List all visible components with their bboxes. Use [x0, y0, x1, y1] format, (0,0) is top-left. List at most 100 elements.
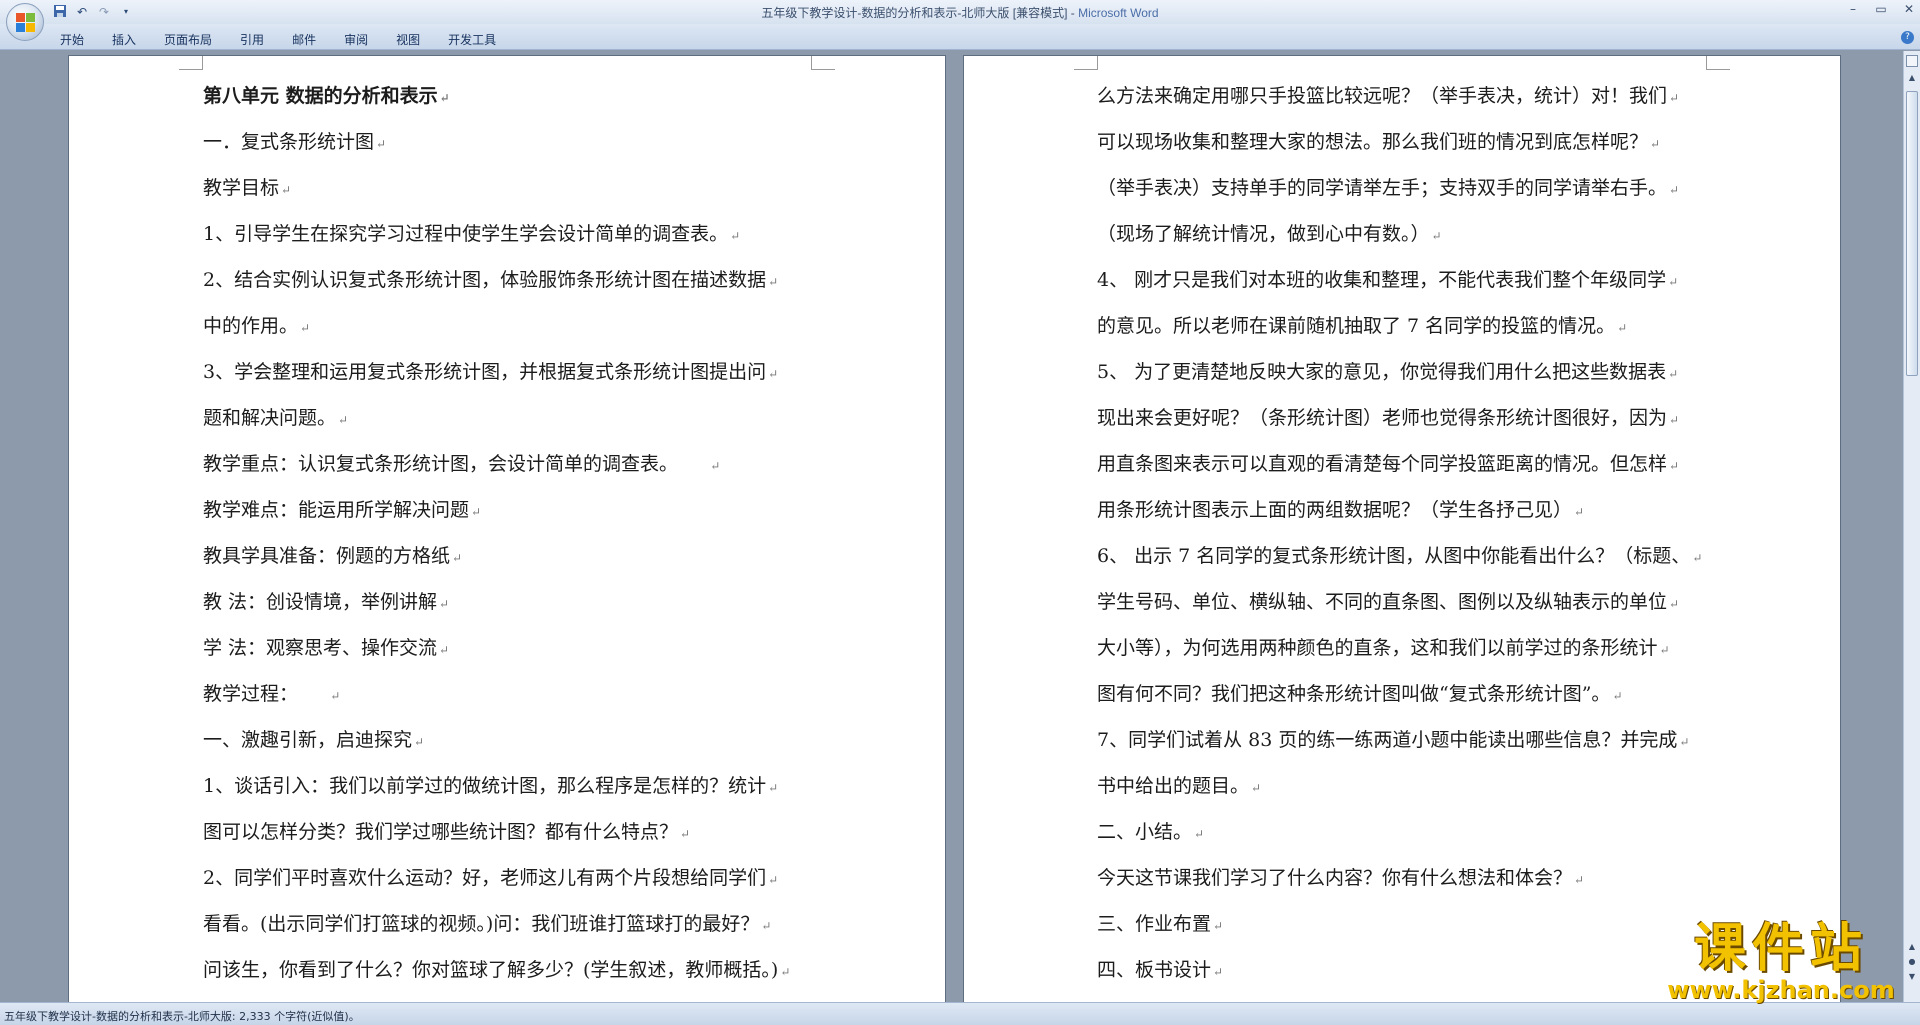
ribbon-tab[interactable]: 视图 [396, 31, 420, 48]
paragraph-mark-icon: ↵ [1669, 413, 1680, 427]
next-page-icon[interactable]: ▼ [1906, 971, 1918, 983]
paragraph-mark-icon: ↵ [376, 137, 387, 151]
maximize-icon[interactable]: ▭ [1874, 2, 1888, 16]
document-area[interactable]: 第八单元 数据的分析和表示 ↵ 一．复式条形统计图 ↵ 教学目标 ↵ 1、引导学生在探究学习… [0, 51, 1903, 1002]
paragraph-line[interactable]: 题和解决问题。 ↵ [203, 397, 883, 443]
paragraph-line[interactable]: 的意见。所以老师在课前随机抽取了 7 名同学的投篮的情况。 ↵ [1097, 305, 1737, 351]
document-page-2[interactable]: 么方法来确定用哪只手投篮比较远呢？（举手表决，统计）对！我们 ↵ 可以现场收集和整理… [963, 55, 1841, 1002]
document-page-1[interactable]: 第八单元 数据的分析和表示 ↵ 一．复式条形统计图 ↵ 教学目标 ↵ 1、引导学生在探究学习… [68, 55, 946, 1002]
browse-object-icon[interactable]: ● [1906, 956, 1918, 968]
paragraph-text: 二、小结。 [1097, 821, 1193, 843]
paragraph-line[interactable]: 四、板书设计 ↵ [1097, 949, 1737, 995]
paragraph-line[interactable]: 用条形统计图表示上面的两组数据呢？（学生各抒己见） ↵ [1097, 489, 1737, 535]
status-bar: 五年级下教学设计-数据的分析和表示-北师大版: 2,333 个字符(近似值)。 [0, 1002, 1920, 1025]
paragraph-mark-icon: ↵ [680, 827, 691, 841]
paragraph-line[interactable]: 看看。(出示同学们打篮球的视频。)问：我们班谁打篮球打的最好？ ↵ [203, 903, 883, 949]
scrollbar-thumb[interactable] [1906, 91, 1918, 376]
paragraph-line[interactable]: 可以现场收集和整理大家的想法。那么我们班的情况到底怎样呢？ ↵ [1097, 121, 1737, 167]
paragraph-text: 2、结合实例认识复式条形统计图，体验服饰条形统计图在描述数据 [203, 269, 767, 291]
paragraph-text: 用直条图来表示可以直观的看清楚每个同学投篮距离的情况。但怎样 [1097, 453, 1668, 475]
paragraph-mark-icon: ↵ [710, 459, 721, 473]
scroll-up-icon[interactable]: ▲ [1906, 71, 1918, 85]
paragraph-line[interactable]: 学生号码、单位、横纵轴、不同的直条图、图例以及纵轴表示的单位 ↵ [1097, 581, 1737, 627]
paragraph-mark-icon: ↵ [1617, 321, 1628, 335]
paragraph-line[interactable]: 二、小结。 ↵ [1097, 811, 1737, 857]
paragraph-line[interactable]: 现出来会更好呢？（条形统计图）老师也觉得条形统计图很好，因为 ↵ [1097, 397, 1737, 443]
ribbon-tab[interactable]: 邮件 [292, 31, 316, 48]
paragraph-text: 教具学具准备：例题的方格纸 [203, 545, 451, 567]
paragraph-text: 教学目标 [203, 177, 280, 199]
paragraph-mark-icon: ↵ [780, 965, 791, 979]
ribbon-tab[interactable]: 引用 [240, 31, 264, 48]
paragraph-line[interactable]: （现场了解统计情况，做到心中有数。） ↵ [1097, 213, 1737, 259]
paragraph-mark-icon: ↵ [1251, 781, 1262, 795]
paragraph-line[interactable]: （举手表决）支持单手的同学请举左手；支持双手的同学请举右手。 ↵ [1097, 167, 1737, 213]
paragraph-line[interactable]: 三、作业布置 ↵ [1097, 903, 1737, 949]
close-icon[interactable]: ✕ [1902, 2, 1916, 16]
ribbon-tab[interactable]: 开始 [60, 31, 84, 48]
help-icon[interactable]: ? [1901, 31, 1914, 44]
paragraph-mark-icon: ↵ [761, 919, 772, 933]
paragraph-line[interactable]: 第八单元 数据的分析和表示 ↵ [203, 75, 883, 121]
vertical-scrollbar[interactable]: ▲ ▲ ● ▼ [1903, 51, 1920, 1002]
page-1-text[interactable]: 第八单元 数据的分析和表示 ↵ 一．复式条形统计图 ↵ 教学目标 ↵ 1、引导学生在探究学习… [203, 75, 883, 995]
paragraph-mark-icon: ↵ [1669, 459, 1680, 473]
ribbon-tab[interactable]: 开发工具 [448, 31, 496, 48]
paragraph-mark-icon: ↵ [281, 183, 292, 197]
paragraph-line[interactable]: 图有何不同？我们把这种条形统计图叫做“复式条形统计图”。 ↵ [1097, 673, 1737, 719]
paragraph-text: 一、激趣引新，启迪探究 [203, 729, 413, 751]
paragraph-text: 么方法来确定用哪只手投篮比较远呢？（举手表决，统计）对！我们 [1097, 85, 1668, 107]
paragraph-line[interactable]: 5、 为了更清楚地反映大家的意见，你觉得我们用什么把这些数据表 ↵ [1097, 351, 1737, 397]
paragraph-line[interactable]: 教具学具准备：例题的方格纸 ↵ [203, 535, 883, 581]
paragraph-line[interactable]: 2、结合实例认识复式条形统计图，体验服饰条形统计图在描述数据 ↵ [203, 259, 883, 305]
paragraph-line[interactable]: 1、谈话引入：我们以前学过的做统计图，那么程序是怎样的？统计 ↵ [203, 765, 883, 811]
paragraph-line[interactable]: 么方法来确定用哪只手投篮比较远呢？（举手表决，统计）对！我们 ↵ [1097, 75, 1737, 121]
paragraph-line[interactable]: 书中给出的题目。 ↵ [1097, 765, 1737, 811]
paragraph-line[interactable]: 教学过程： ↵ [203, 673, 883, 719]
paragraph-text: 教学过程： [203, 683, 329, 705]
paragraph-line[interactable]: 2、同学们平时喜欢什么运动？好，老师这儿有两个片段想给同学们 ↵ [203, 857, 883, 903]
paragraph-line[interactable]: 一．复式条形统计图 ↵ [203, 121, 883, 167]
paragraph-line[interactable]: 教 法：创设情境，举例讲解 ↵ [203, 581, 883, 627]
paragraph-line[interactable]: 学 法：观察思考、操作交流 ↵ [203, 627, 883, 673]
paragraph-line[interactable]: 1、引导学生在探究学习过程中使学生学会设计简单的调查表。 ↵ [203, 213, 883, 259]
paragraph-line[interactable]: 6、 出示 7 名同学的复式条形统计图，从图中你能看出什么？（标题、 ↵ [1097, 535, 1737, 581]
paragraph-line[interactable]: 一、激趣引新，启迪探究 ↵ [203, 719, 883, 765]
paragraph-text: 图有何不同？我们把这种条形统计图叫做“复式条形统计图”。 [1097, 683, 1611, 705]
paragraph-text: 6、 出示 7 名同学的复式条形统计图，从图中你能看出什么？（标题、 [1097, 545, 1691, 567]
paragraph-line[interactable]: 教学难点：能运用所学解决问题 ↵ [203, 489, 883, 535]
paragraph-text: 题和解决问题。 [203, 407, 337, 429]
ribbon-tab-bar: 开始 插入 页面布局 引用 邮件 审阅 视图 开发工具 ? [0, 24, 1920, 50]
previous-page-icon[interactable]: ▲ [1906, 941, 1918, 953]
paragraph-line[interactable]: 教学目标 ↵ [203, 167, 883, 213]
paragraph-line[interactable]: 3、学会整理和运用复式条形统计图，并根据复式条形统计图提出问 ↵ [203, 351, 883, 397]
ribbon-tab[interactable]: 插入 [112, 31, 136, 48]
title-bar: ↶ ↷ ▾ 五年级下教学设计-数据的分析和表示-北师大版 [兼容模式] - Mi… [0, 0, 1920, 24]
paragraph-line[interactable]: 图可以怎样分类？我们学过哪些统计图？都有什么特点？ ↵ [203, 811, 883, 857]
paragraph-text: 一．复式条形统计图 [203, 131, 375, 153]
paragraph-line[interactable]: 4、 刚才只是我们对本班的收集和整理，不能代表我们整个年级同学 ↵ [1097, 259, 1737, 305]
paragraph-mark-icon: ↵ [1679, 735, 1690, 749]
paragraph-text: 教 法：创设情境，举例讲解 [203, 591, 438, 613]
page-2-text[interactable]: 么方法来确定用哪只手投篮比较远呢？（举手表决，统计）对！我们 ↵ 可以现场收集和整理… [1097, 75, 1737, 995]
title-separator: - [1067, 6, 1079, 20]
office-button[interactable] [6, 3, 44, 41]
paragraph-line[interactable]: 教学重点：认识复式条形统计图，会设计简单的调查表。 ↵ [203, 443, 883, 489]
ribbon-tab[interactable]: 审阅 [344, 31, 368, 48]
paragraph-text: 问该生，你看到了什么？你对篮球了解多少？(学生叙述，教师概括。) [203, 959, 779, 981]
paragraph-line[interactable]: 7、同学们试着从 83 页的练一练两道小题中能读出哪些信息？并完成 ↵ [1097, 719, 1737, 765]
paragraph-line[interactable]: 中的作用。 ↵ [203, 305, 883, 351]
paragraph-mark-icon: ↵ [1213, 965, 1224, 979]
paragraph-mark-icon: ↵ [1574, 505, 1585, 519]
paragraph-line[interactable]: 大小等），为何选用两种颜色的直条，这和我们以前学过的条形统计 ↵ [1097, 627, 1737, 673]
paragraph-text: （举手表决）支持单手的同学请举左手；支持双手的同学请举右手。 [1097, 177, 1668, 199]
paragraph-line[interactable]: 今天这节课我们学习了什么内容？你有什么想法和体会？ ↵ [1097, 857, 1737, 903]
ribbon-tab[interactable]: 页面布局 [164, 31, 212, 48]
paragraph-text: 四、板书设计 [1097, 959, 1212, 981]
paragraph-mark-icon: ↵ [439, 597, 450, 611]
paragraph-line[interactable]: 问该生，你看到了什么？你对篮球了解多少？(学生叙述，教师概括。) ↵ [203, 949, 883, 995]
status-word-count[interactable]: 五年级下教学设计-数据的分析和表示-北师大版: 2,333 个字符(近似值)。 [4, 1008, 360, 1024]
ruler-toggle-icon[interactable] [1906, 55, 1918, 67]
minimize-icon[interactable]: – [1846, 2, 1860, 16]
paragraph-line[interactable]: 用直条图来表示可以直观的看清楚每个同学投篮距离的情况。但怎样 ↵ [1097, 443, 1737, 489]
